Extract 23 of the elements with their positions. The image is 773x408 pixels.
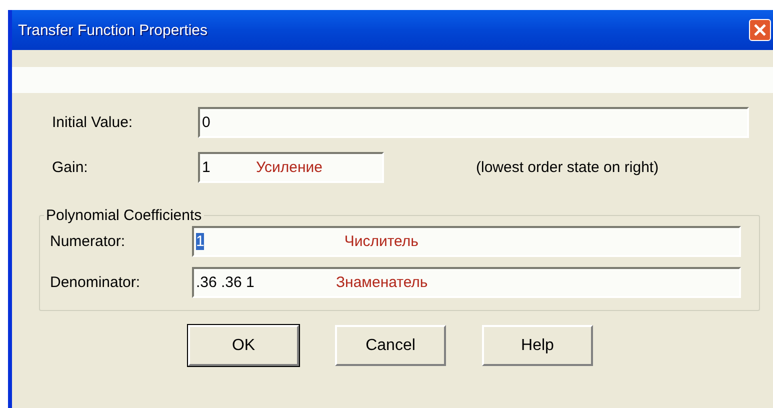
dialog-button[interactable]: Help (482, 325, 593, 366)
field-label: Gain: (51, 159, 89, 176)
field-label: Denominator: (49, 274, 142, 291)
annotation-text: Усиление (256, 159, 323, 176)
hint-text: (lowest order state on right) (476, 159, 659, 176)
close-icon (753, 23, 767, 37)
field-value: 1 (202, 159, 212, 176)
group-title: Polynomial Coefficients (45, 207, 203, 224)
annotation-text: Числитель (344, 233, 418, 250)
close-button[interactable] (749, 19, 771, 41)
field-value: 1 (196, 233, 204, 250)
field-value: .36 .36 1 (196, 274, 256, 291)
field-label: Initial Value: (51, 114, 134, 131)
input-field[interactable]: .36 .36 1 Знаменатель (192, 267, 741, 298)
dialog-button[interactable]: OK (188, 325, 299, 366)
input-field[interactable]: 1 Числитель (192, 226, 741, 257)
dialog-button[interactable]: Cancel (335, 325, 446, 366)
field-label: Numerator: (49, 233, 126, 250)
input-field[interactable]: 0 (198, 107, 749, 138)
input-field[interactable]: 1 Усиление (198, 152, 384, 183)
window-title: Transfer Function Properties (18, 22, 208, 38)
field-value: 0 (202, 114, 212, 131)
annotation-text: Знаменатель (336, 274, 428, 291)
